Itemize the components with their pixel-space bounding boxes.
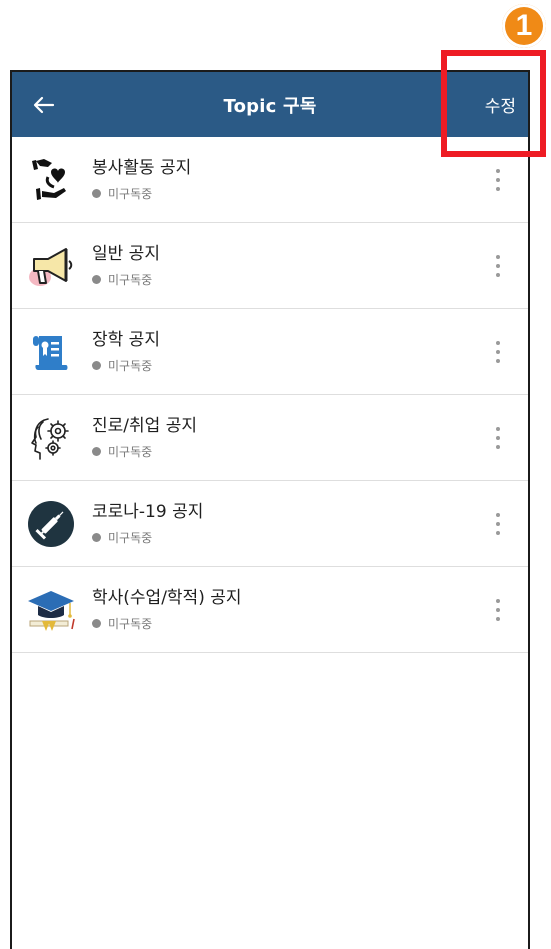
topic-text: 코로나-19 공지 미구독중 [92, 501, 478, 546]
page-title: Topic 구독 [223, 95, 317, 117]
status-label: 미구독중 [108, 273, 153, 287]
topic-item-covid19[interactable]: 코로나-19 공지 미구독중 [12, 481, 528, 567]
topic-item-career[interactable]: 진로/취업 공지 미구독중 [12, 395, 528, 481]
topic-title: 봉사활동 공지 [92, 158, 192, 178]
topic-text: 일반 공지 미구독중 [92, 243, 478, 288]
megaphone-icon [24, 239, 78, 293]
certificate-scroll-icon [24, 325, 78, 379]
more-vertical-icon [496, 168, 500, 191]
topic-item-academic[interactable]: 학사(수업/학적) 공지 미구독중 [12, 567, 528, 653]
topic-title: 장학 공지 [92, 330, 160, 350]
screenshot-page: 1 Topic 구독 수정 봉사활동 공지 미구독중 일반 공지 미구독중 장학… [0, 0, 551, 949]
phone-screen: Topic 구독 수정 봉사활동 공지 미구독중 일반 공지 미구독중 장학 공… [10, 70, 530, 949]
topic-title: 진로/취업 공지 [92, 416, 197, 436]
subscription-status: 미구독중 [92, 443, 478, 460]
subscription-status: 미구독중 [92, 357, 478, 374]
more-options-button[interactable] [478, 408, 518, 468]
status-label: 미구독중 [108, 359, 153, 373]
more-vertical-icon [496, 426, 500, 449]
app-bar: Topic 구독 수정 [12, 72, 528, 137]
more-options-button[interactable] [478, 322, 518, 382]
syringe-icon [24, 497, 78, 551]
topic-title: 코로나-19 공지 [92, 502, 204, 522]
subscription-status: 미구독중 [92, 185, 478, 202]
topic-item-volunteer[interactable]: 봉사활동 공지 미구독중 [12, 137, 528, 223]
topic-item-general[interactable]: 일반 공지 미구독중 [12, 223, 528, 309]
topic-title: 일반 공지 [92, 244, 160, 264]
graduation-cap-icon [24, 583, 78, 637]
status-dot [92, 533, 101, 542]
status-dot [92, 275, 101, 284]
more-options-button[interactable] [478, 150, 518, 210]
status-dot [92, 447, 101, 456]
status-label: 미구독중 [108, 187, 153, 201]
status-label: 미구독중 [108, 531, 153, 545]
topic-text: 봉사활동 공지 미구독중 [92, 157, 478, 202]
more-options-button[interactable] [478, 494, 518, 554]
back-button[interactable] [26, 72, 62, 137]
arrow-left-icon [33, 96, 55, 113]
status-dot [92, 361, 101, 370]
subscription-status: 미구독중 [92, 271, 478, 288]
subscription-status: 미구독중 [92, 615, 478, 632]
topic-list: 봉사활동 공지 미구독중 일반 공지 미구독중 장학 공지 미구독중 진로/취업… [12, 137, 528, 653]
more-vertical-icon [496, 340, 500, 363]
status-dot [92, 619, 101, 628]
status-label: 미구독중 [108, 445, 153, 459]
topic-text: 장학 공지 미구독중 [92, 329, 478, 374]
more-options-button[interactable] [478, 236, 518, 296]
step-number-badge: 1 [502, 4, 546, 48]
more-vertical-icon [496, 254, 500, 277]
topic-title: 학사(수업/학적) 공지 [92, 588, 242, 608]
subscription-status: 미구독중 [92, 529, 478, 546]
head-gears-icon [24, 411, 78, 465]
step-number-label: 1 [515, 9, 533, 42]
topic-text: 진로/취업 공지 미구독중 [92, 415, 478, 460]
status-dot [92, 189, 101, 198]
topic-text: 학사(수업/학적) 공지 미구독중 [92, 587, 478, 632]
more-options-button[interactable] [478, 580, 518, 640]
status-label: 미구독중 [108, 617, 153, 631]
topic-item-scholarship[interactable]: 장학 공지 미구독중 [12, 309, 528, 395]
more-vertical-icon [496, 512, 500, 535]
edit-button[interactable]: 수정 [485, 72, 516, 137]
hand-heart-icon [24, 153, 78, 207]
more-vertical-icon [496, 598, 500, 621]
